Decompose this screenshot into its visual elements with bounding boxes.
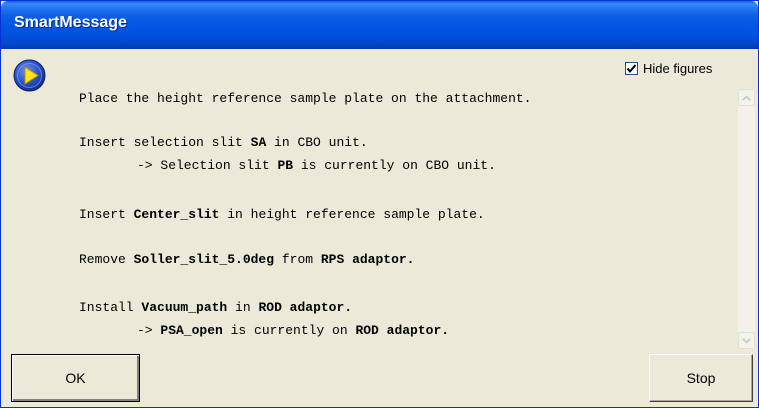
stop-button[interactable]: Stop bbox=[649, 354, 753, 402]
message-line-3: -> Selection slit PB is currently on CBO… bbox=[137, 158, 496, 173]
ok-button[interactable]: OK bbox=[11, 354, 140, 402]
dialog-body: Hide figures Place the height reference … bbox=[4, 49, 755, 404]
message-line-5: Remove Soller_slit_5.0deg from RPS adapt… bbox=[79, 252, 415, 267]
message-line-4: Insert Center_slit in height reference s… bbox=[79, 207, 485, 222]
message-line-6: Install Vacuum_path in ROD adaptor. bbox=[79, 300, 353, 315]
message-line-1: Place the height reference sample plate … bbox=[79, 91, 532, 106]
message-line-7: -> PSA_open is currently on ROD adaptor. bbox=[137, 323, 450, 338]
play-arrow-icon bbox=[13, 59, 46, 92]
message-line-2: Insert selection slit SA in CBO unit. bbox=[79, 135, 368, 150]
checkmark-icon bbox=[626, 64, 637, 74]
scroll-down-button[interactable] bbox=[738, 332, 755, 349]
scroll-up-button[interactable] bbox=[738, 89, 755, 106]
scroll-up-arrow-icon bbox=[742, 94, 751, 101]
hide-figures-checkbox[interactable]: Hide figures bbox=[625, 60, 712, 77]
message-text-area: Place the height reference sample plate … bbox=[79, 89, 729, 354]
checkbox-box[interactable] bbox=[625, 62, 638, 75]
hide-figures-label: Hide figures bbox=[643, 61, 713, 76]
title-bar[interactable]: SmartMessage bbox=[1, 1, 758, 49]
window-title: SmartMessage bbox=[14, 14, 127, 31]
smartmessage-window: SmartMessage Hide figures Place the heig… bbox=[0, 0, 759, 408]
scroll-down-arrow-icon bbox=[742, 337, 751, 344]
vertical-scrollbar[interactable] bbox=[738, 89, 755, 349]
